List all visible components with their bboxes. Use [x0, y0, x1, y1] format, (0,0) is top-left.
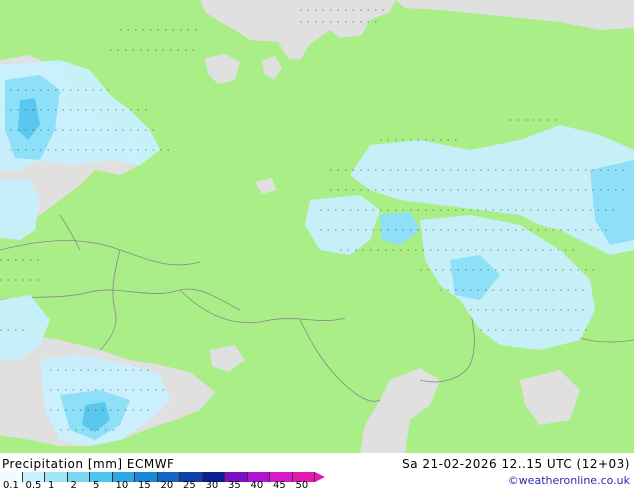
valid-time: Sa 21-02-2026 12..15 UTC (12+03)	[402, 457, 630, 471]
scale-label: 15	[138, 480, 151, 491]
scale-label: 0.5	[25, 480, 42, 491]
scale-label: 30	[205, 480, 219, 491]
scale-label: 20	[160, 480, 174, 491]
scale-label: 50	[295, 480, 309, 491]
map-canvas	[0, 0, 634, 453]
scale-label: 2	[70, 480, 77, 491]
scale-label: 5	[93, 480, 100, 491]
scale-label: 10	[115, 480, 129, 491]
scale-label: 1	[48, 480, 55, 491]
precipitation-map	[0, 0, 634, 453]
scale-label: 0.1	[3, 480, 19, 491]
scale-label: 35	[228, 480, 241, 491]
scale-label: 25	[183, 480, 196, 491]
scale-label: 40	[250, 480, 264, 491]
scale-label: 45	[273, 480, 286, 491]
credit-link[interactable]: ©weatheronline.co.uk	[508, 474, 630, 487]
map-title: Precipitation [mm] ECMWF	[2, 457, 175, 471]
map-footer: Precipitation [mm] ECMWF Sa 21-02-2026 1…	[0, 453, 634, 491]
